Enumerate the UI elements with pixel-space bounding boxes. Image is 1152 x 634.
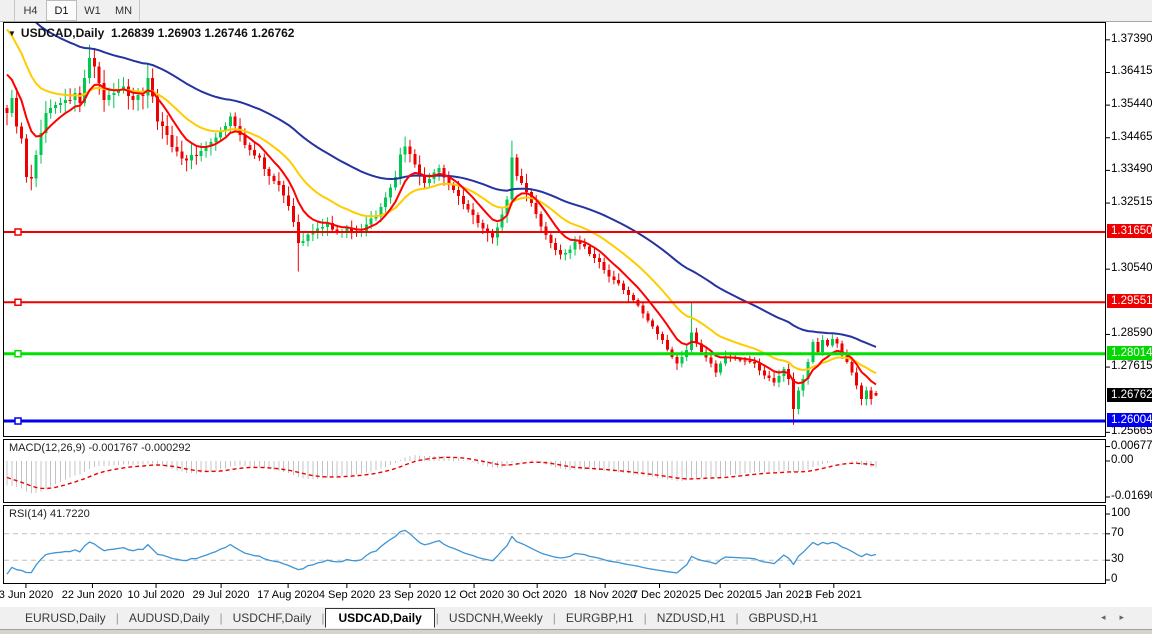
price-line-label: 1.29551	[1107, 294, 1152, 308]
chart-tab-audusd[interactable]: AUDUSD,Daily	[120, 609, 219, 627]
rsi-axis-tick: 0	[1111, 573, 1117, 585]
date-axis-label: 3 Jun 2020	[0, 589, 53, 601]
price-line-label: 1.26004	[1107, 413, 1152, 427]
chevron-down-icon[interactable]: ▼	[8, 29, 16, 38]
price-axis-tick: 1.36415	[1111, 65, 1152, 77]
timeframe-button-mn[interactable]: MN	[108, 0, 139, 21]
macd-axis-tick: -0.016907	[1111, 490, 1152, 502]
date-axis-label: 30 Oct 2020	[507, 589, 567, 601]
chart-tab-usdchf[interactable]: USDCHF,Daily	[224, 609, 321, 627]
chart-title: ▼ USDCAD,Daily 1.26839 1.26903 1.26746 1.…	[8, 26, 294, 40]
timeframe-button-w1[interactable]: W1	[77, 0, 108, 21]
date-axis-label: 17 Aug 2020	[257, 589, 319, 601]
price-axis-tick: 1.33490	[1111, 163, 1152, 175]
date-axis-label: 22 Jun 2020	[62, 589, 123, 601]
tab-separator: |	[436, 611, 439, 625]
timeframe-button-d1[interactable]: D1	[46, 0, 77, 21]
macd-axis-tick: 0.006779	[1111, 440, 1152, 452]
date-axis-label: 4 Sep 2020	[319, 589, 375, 601]
window-bottom-strip	[0, 629, 1152, 634]
date-axis-label: 23 Sep 2020	[379, 589, 441, 601]
price-axis-tick: 1.30540	[1111, 262, 1152, 274]
chart-tab-gbpusd[interactable]: GBPUSD,H1	[740, 609, 827, 627]
date-axis-label: 15 Jan 2021	[750, 589, 811, 601]
date-axis-label: 12 Oct 2020	[444, 589, 504, 601]
date-axis-label: 3 Feb 2021	[806, 589, 862, 601]
chart-tab-eurgbp[interactable]: EURGBP,H1	[557, 609, 643, 627]
main-chart-pane[interactable]	[3, 22, 1106, 437]
date-axis-label: 7 Dec 2020	[632, 589, 688, 601]
date-axis-label: 10 Jul 2020	[128, 589, 185, 601]
date-axis-label: 25 Dec 2020	[689, 589, 751, 601]
price-line-label: 1.26762	[1107, 388, 1152, 402]
price-line-label: 1.31650	[1107, 224, 1152, 238]
price-axis-tick: 1.34465	[1111, 131, 1152, 143]
tab-separator: |	[735, 611, 738, 625]
rsi-pane[interactable]	[3, 505, 1106, 584]
price-axis-tick: 1.25665	[1111, 425, 1152, 437]
timeframe-button-h4[interactable]: H4	[15, 0, 46, 21]
date-axis-label: 18 Nov 2020	[574, 589, 636, 601]
chart-ohlc-values: 1.26839 1.26903 1.26746 1.26762	[111, 26, 295, 40]
chart-tab-eurusd[interactable]: EURUSD,Daily	[16, 609, 115, 627]
tab-scroll-left-icon[interactable]: ◂	[1101, 612, 1120, 622]
trading-terminal-window: H4D1W1MN ▼ USDCAD,Daily 1.26839 1.26903 1…	[0, 0, 1152, 634]
price-axis-tick: 1.35440	[1111, 98, 1152, 110]
price-line-label: 1.28014	[1107, 346, 1152, 360]
chart-tab-usdcnh[interactable]: USDCNH,Weekly	[440, 609, 552, 627]
rsi-label: RSI(14) 41.7220	[9, 508, 90, 520]
macd-axis-tick: 0.00	[1111, 454, 1133, 466]
timeframe-button-group: H4D1W1MN	[14, 0, 140, 21]
chart-symbol: USDCAD,Daily	[21, 26, 104, 40]
chart-tab-bar: EURUSD,Daily|AUDUSD,Daily|USDCHF,Daily|U…	[0, 607, 1152, 629]
price-axis-tick: 1.28590	[1111, 327, 1152, 339]
tab-separator: |	[553, 611, 556, 625]
rsi-axis-tick: 30	[1111, 553, 1124, 565]
timeframe-toolbar: H4D1W1MN	[0, 0, 1152, 22]
tab-separator: |	[116, 611, 119, 625]
tab-separator: |	[220, 611, 223, 625]
rsi-axis-tick: 70	[1111, 527, 1124, 539]
tab-separator: |	[644, 611, 647, 625]
tab-scroll-right-icon[interactable]: ▸	[1119, 612, 1138, 622]
tab-scroll-arrows: ◂▸	[1101, 612, 1138, 623]
chart-tab-usdcad[interactable]: USDCAD,Daily	[325, 608, 434, 628]
price-axis-tick: 1.32515	[1111, 196, 1152, 208]
macd-label: MACD(12,26,9) -0.001767 -0.000292	[9, 442, 191, 454]
rsi-axis-tick: 100	[1111, 507, 1130, 519]
price-axis-tick: 1.37390	[1111, 33, 1152, 45]
chart-tab-nzdusd[interactable]: NZDUSD,H1	[648, 609, 735, 627]
price-axis-tick: 1.27615	[1111, 360, 1152, 372]
date-axis-label: 29 Jul 2020	[193, 589, 250, 601]
tab-separator: |	[321, 611, 324, 625]
